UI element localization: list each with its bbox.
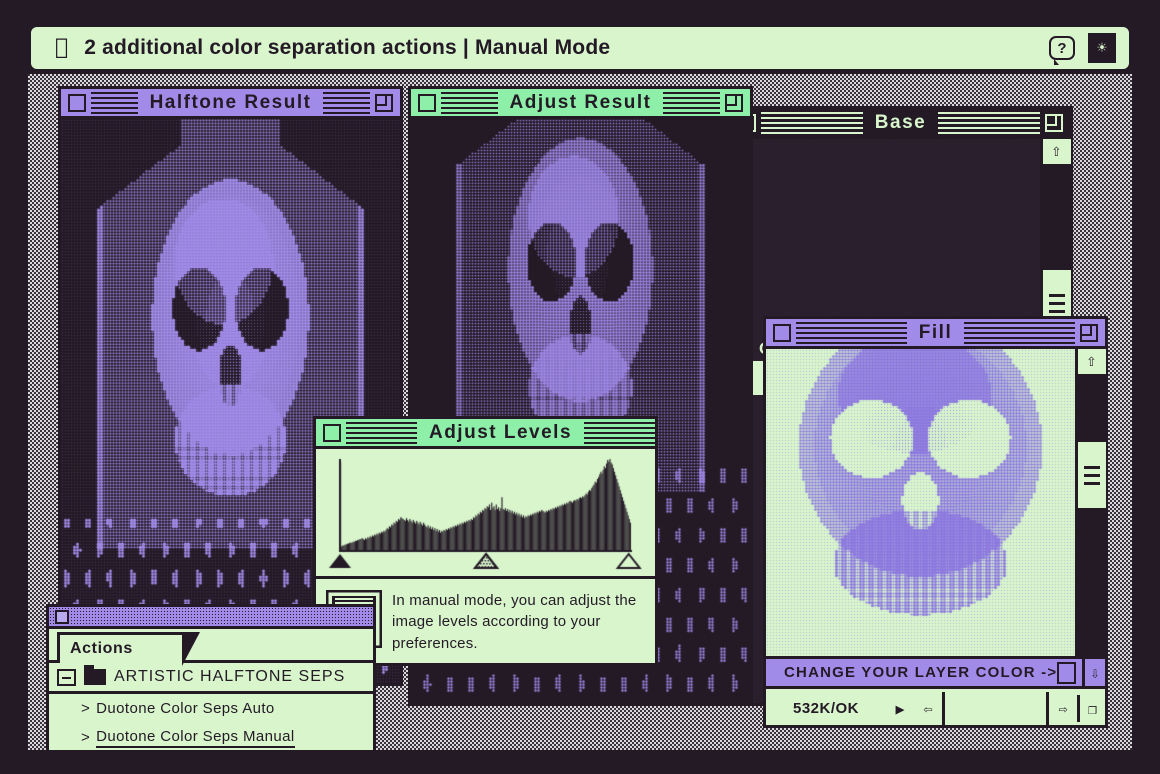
palette-actions[interactable]: Actions ARTISTIC HALFTONE SEPS > Duotone… <box>46 604 376 750</box>
change-layer-color-bar[interactable]: CHANGE YOUR LAYER COLOR -> ⇩ <box>766 656 1105 689</box>
status-filler <box>942 692 1049 725</box>
titlebar-stripes-left <box>346 422 417 444</box>
help-balloon-shape: ? <box>1049 36 1075 60</box>
levels-title-text: Adjust Levels <box>417 422 584 444</box>
titlebar-stripes-right <box>584 422 655 444</box>
list-item[interactable]: > Duotone Color Seps Manual <box>49 723 373 750</box>
halftone-title-text: Halftone Result <box>138 92 324 114</box>
scroll-track-upper[interactable] <box>1043 167 1070 267</box>
actions-list: > Duotone Color Seps Auto > Duotone Colo… <box>49 694 373 750</box>
menu-bar-title: 2 additional color separation actions | … <box>84 36 610 60</box>
scroll-up-icon[interactable]: ⇧ <box>1043 139 1071 167</box>
layer-color-swatch[interactable] <box>1057 662 1076 684</box>
zoom-icon[interactable] <box>1045 114 1063 132</box>
titlebar-stripes-right <box>663 92 720 114</box>
tab-actions[interactable]: Actions <box>57 632 185 663</box>
help-icon[interactable]: ? <box>1047 32 1077 64</box>
folder-icon <box>84 669 106 685</box>
list-item[interactable]: > Duotone Color Seps Auto <box>49 694 373 723</box>
base-titlebar[interactable]: Base <box>731 109 1070 139</box>
histogram-pane[interactable] <box>316 449 655 579</box>
chevron-right-icon: > <box>81 729 90 746</box>
window-fill[interactable]: Fill ⇧ CHANGE YOUR LAYER COLOR -> ⇩ 532K… <box>763 316 1108 728</box>
zoom-icon[interactable] <box>1080 324 1098 342</box>
titlebar-stripes-left <box>796 322 907 344</box>
levels-histogram-chart[interactable] <box>316 449 655 576</box>
resize-grip-icon[interactable]: ❐ <box>1077 695 1105 722</box>
titlebar-stripes-left <box>761 112 863 134</box>
scroll-up-icon[interactable]: ⇧ <box>1078 349 1106 377</box>
scroll-thumb[interactable] <box>1078 439 1106 511</box>
zoom-icon[interactable] <box>375 94 393 112</box>
chevron-right-icon: > <box>81 700 90 717</box>
adjust-titlebar[interactable]: Adjust Result <box>411 89 750 119</box>
adjust-title-text: Adjust Result <box>498 92 664 114</box>
close-icon[interactable] <box>418 94 436 112</box>
levels-titlebar[interactable]: Adjust Levels <box>316 419 655 449</box>
desktop-area: Base C ⇧ Halftone Result <box>28 74 1132 750</box>
titlebar-stripes-left <box>441 92 498 114</box>
halftone-titlebar[interactable]: Halftone Result <box>61 89 400 119</box>
actions-titlebar[interactable] <box>49 607 373 629</box>
base-title-text: Base <box>863 112 938 134</box>
close-icon[interactable] <box>323 424 341 442</box>
fill-artwork <box>766 349 1075 661</box>
change-layer-color-label: CHANGE YOUR LAYER COLOR -> <box>766 664 1057 681</box>
close-icon[interactable] <box>55 610 69 624</box>
scroll-track-lower[interactable] <box>1078 511 1105 656</box>
collapse-toggle-icon[interactable] <box>57 669 76 686</box>
app-screen:  2 additional color separation actions … <box>0 0 1160 774</box>
scroll-down-icon[interactable]: ⇩ <box>1082 656 1105 689</box>
application-switcher-icon[interactable]: ☀ <box>1087 32 1117 64</box>
fill-status-bar: 532K/OK ▶ ⇦ ⇨ ❐ <box>766 692 1105 725</box>
apple-menu-icon[interactable]:  <box>55 37 68 59</box>
close-icon[interactable] <box>68 94 86 112</box>
scroll-left-icon[interactable]: ⇦ <box>914 695 942 722</box>
actions-set-row[interactable]: ARTISTIC HALFTONE SEPS <box>49 663 373 694</box>
action-label: Duotone Color Seps Manual <box>96 728 294 748</box>
fill-title-text: Fill <box>907 322 964 344</box>
actions-tab-row: Actions <box>49 629 373 663</box>
scroll-track-upper[interactable] <box>1078 377 1105 439</box>
titlebar-stripes-right <box>964 322 1075 344</box>
zoom-icon[interactable] <box>725 94 743 112</box>
actions-set-name: ARTISTIC HALFTONE SEPS <box>114 668 345 686</box>
titlebar-stripes-right <box>938 112 1040 134</box>
levels-message-text: In manual mode, you can adjust the image… <box>392 590 645 655</box>
fill-vertical-scrollbar[interactable]: ⇧ <box>1075 349 1105 656</box>
file-size-label: 532K/OK <box>766 700 886 717</box>
action-label: Duotone Color Seps Auto <box>96 700 274 717</box>
titlebar-stripes-right <box>323 92 370 114</box>
close-icon[interactable] <box>773 324 791 342</box>
fill-titlebar[interactable]: Fill <box>766 319 1105 349</box>
titlebar-stripes-left <box>91 92 138 114</box>
scroll-right-icon[interactable]: ⇨ <box>1049 695 1077 722</box>
application-switcher-glyph: ☀ <box>1088 33 1116 63</box>
play-icon[interactable]: ▶ <box>886 695 914 722</box>
menu-bar:  2 additional color separation actions … <box>28 24 1132 72</box>
